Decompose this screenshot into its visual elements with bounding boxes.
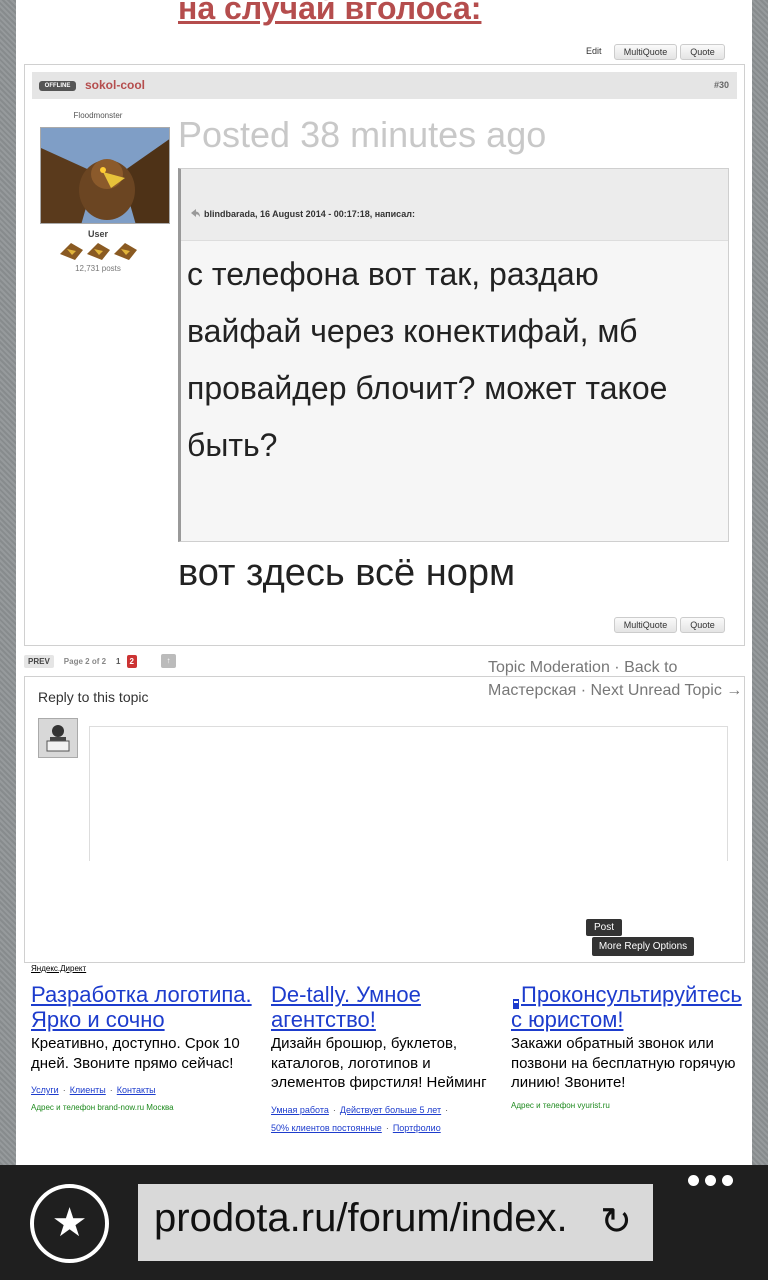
previous-post-title[interactable]: на случай вголоса: bbox=[178, 0, 481, 27]
ad-sitelink[interactable]: Клиенты bbox=[70, 1085, 106, 1095]
member-post-count: 12,731 posts bbox=[75, 264, 121, 273]
reply-heading: Reply to this topic bbox=[38, 689, 149, 705]
page-indicator[interactable]: Page 2 of 2 bbox=[64, 657, 106, 666]
quote-button[interactable]: Quote bbox=[680, 44, 725, 60]
ad-block: Разработка логотипа. Ярко и сочно Креати… bbox=[31, 982, 263, 1112]
quote-body: с телефона вот так, раздаю вайфай через … bbox=[187, 256, 668, 463]
ad-text: Закажи обратный звонок или позвони на бе… bbox=[511, 1035, 736, 1091]
rank-pips bbox=[56, 240, 140, 262]
multiquote-button[interactable]: MultiQuote bbox=[614, 617, 677, 633]
post-author-link[interactable]: sokol-cool bbox=[85, 78, 145, 92]
avatar[interactable] bbox=[40, 127, 170, 224]
edit-button[interactable]: Edit bbox=[586, 46, 602, 56]
post-button[interactable]: Post bbox=[586, 919, 622, 936]
reply-editor[interactable] bbox=[89, 726, 728, 861]
dot bbox=[688, 1175, 699, 1186]
quote-citation-text: blindbarada, 16 August 2014 - 00:17:18, … bbox=[204, 209, 415, 219]
forum-page: на случай вголоса: Edit MultiQuote Quote… bbox=[16, 0, 752, 1165]
ad-title-link[interactable]: De-tally. Умное агентство! bbox=[271, 982, 503, 1032]
url-text: prodota.ru/forum/index. bbox=[154, 1196, 568, 1240]
star-icon[interactable]: ★ bbox=[30, 1184, 109, 1263]
ad-text: Дизайн брошюр, буклетов, каталогов, лого… bbox=[271, 1035, 487, 1091]
ad-sitelink[interactable]: Действует больше 5 лет bbox=[340, 1105, 441, 1115]
post-header: OFFLINE sokol-cool #30 bbox=[32, 72, 737, 99]
ad-text: Креативно, доступно. Срок 10 дней. Звони… bbox=[31, 1035, 240, 1072]
ad-sitelinks: Услуги · Клиенты · Контакты bbox=[31, 1085, 156, 1095]
ad-sitelink[interactable]: Портфолио bbox=[393, 1123, 441, 1133]
ad-title-link[interactable]: Разработка логотипа. Ярко и сочно bbox=[31, 982, 263, 1032]
next-unread-topic-link[interactable]: Next Unread Topic → bbox=[590, 682, 742, 699]
ad-sitelink[interactable]: Контакты bbox=[117, 1085, 156, 1095]
quote-citation: blindbarada, 16 August 2014 - 00:17:18, … bbox=[191, 209, 415, 219]
topic-moderation-link[interactable]: Topic Moderation bbox=[488, 659, 610, 676]
multiquote-button[interactable]: MultiQuote bbox=[614, 44, 677, 60]
rank-pip-icon bbox=[86, 240, 111, 262]
pagination: PREV Page 2 of 2 1 2 ↑ bbox=[24, 653, 176, 669]
status-badge: OFFLINE bbox=[39, 81, 76, 91]
ad-source-link[interactable]: Яндекс.Директ bbox=[31, 964, 86, 973]
member-group: User bbox=[87, 229, 108, 239]
ad-meta[interactable]: Адрес и телефон brand-now.ru Москва bbox=[31, 1103, 263, 1112]
ad-favicon-icon bbox=[511, 990, 521, 1010]
ad-title-link[interactable]: Проконсультируйтесь с юристом! bbox=[511, 982, 751, 1032]
ad-sitelinks: Умная работа · Действует больше 5 лет · 50% … bbox=[271, 1104, 449, 1133]
more-dots-icon[interactable] bbox=[688, 1175, 734, 1195]
rank-pip-icon bbox=[113, 240, 138, 262]
member-rank: Floodmonster bbox=[73, 111, 123, 120]
user-avatar-icon bbox=[39, 719, 77, 757]
quote-snapback-icon[interactable] bbox=[191, 209, 200, 219]
scroll-top-icon[interactable]: ↑ bbox=[160, 654, 176, 668]
refresh-icon[interactable]: ↻ bbox=[594, 1200, 638, 1244]
ad-sitelink[interactable]: 50% клиентов постоянные bbox=[271, 1123, 382, 1133]
page-2-current: 2 bbox=[126, 654, 137, 668]
prev-page-button[interactable]: PREV bbox=[24, 654, 54, 668]
quote-block: blindbarada, 16 August 2014 - 00:17:18, … bbox=[178, 168, 729, 542]
rank-pip-icon bbox=[59, 240, 84, 262]
quote-button[interactable]: Quote bbox=[680, 617, 725, 633]
ad-sitelink[interactable]: Умная работа bbox=[271, 1105, 329, 1115]
ad-title-text[interactable]: Проконсультируйтесь с юристом! bbox=[511, 982, 742, 1032]
post-body: вот здесь всё норм bbox=[178, 552, 516, 594]
ad-meta[interactable]: Адрес и телефон vyurist.ru bbox=[511, 1101, 751, 1110]
page-1-link[interactable]: 1 bbox=[116, 657, 120, 666]
dot bbox=[705, 1175, 716, 1186]
topic-navigation: Topic Moderation · Back to Мастерская · … bbox=[488, 656, 750, 702]
post-date: Posted 38 minutes ago bbox=[178, 114, 547, 155]
eagle-avatar-icon bbox=[41, 128, 169, 223]
ad-block: De-tally. Умное агентство! Дизайн брошюр… bbox=[271, 982, 503, 1137]
ad-block: Проконсультируйтесь с юристом! Закажи об… bbox=[511, 982, 751, 1110]
more-reply-options-button[interactable]: More Reply Options bbox=[592, 937, 694, 956]
post-number-link[interactable]: #30 bbox=[714, 80, 729, 90]
dot bbox=[722, 1175, 733, 1186]
url-field[interactable]: prodota.ru/forum/index. ↻ bbox=[138, 1184, 653, 1261]
my-avatar bbox=[38, 718, 78, 758]
separator: · bbox=[609, 659, 625, 676]
separator: · bbox=[576, 682, 591, 699]
ad-sitelink[interactable]: Услуги bbox=[31, 1085, 59, 1095]
browser-address-bar: ★ prodota.ru/forum/index. ↻ bbox=[0, 1165, 768, 1280]
quote-header: blindbarada, 16 August 2014 - 00:17:18, … bbox=[181, 169, 728, 241]
